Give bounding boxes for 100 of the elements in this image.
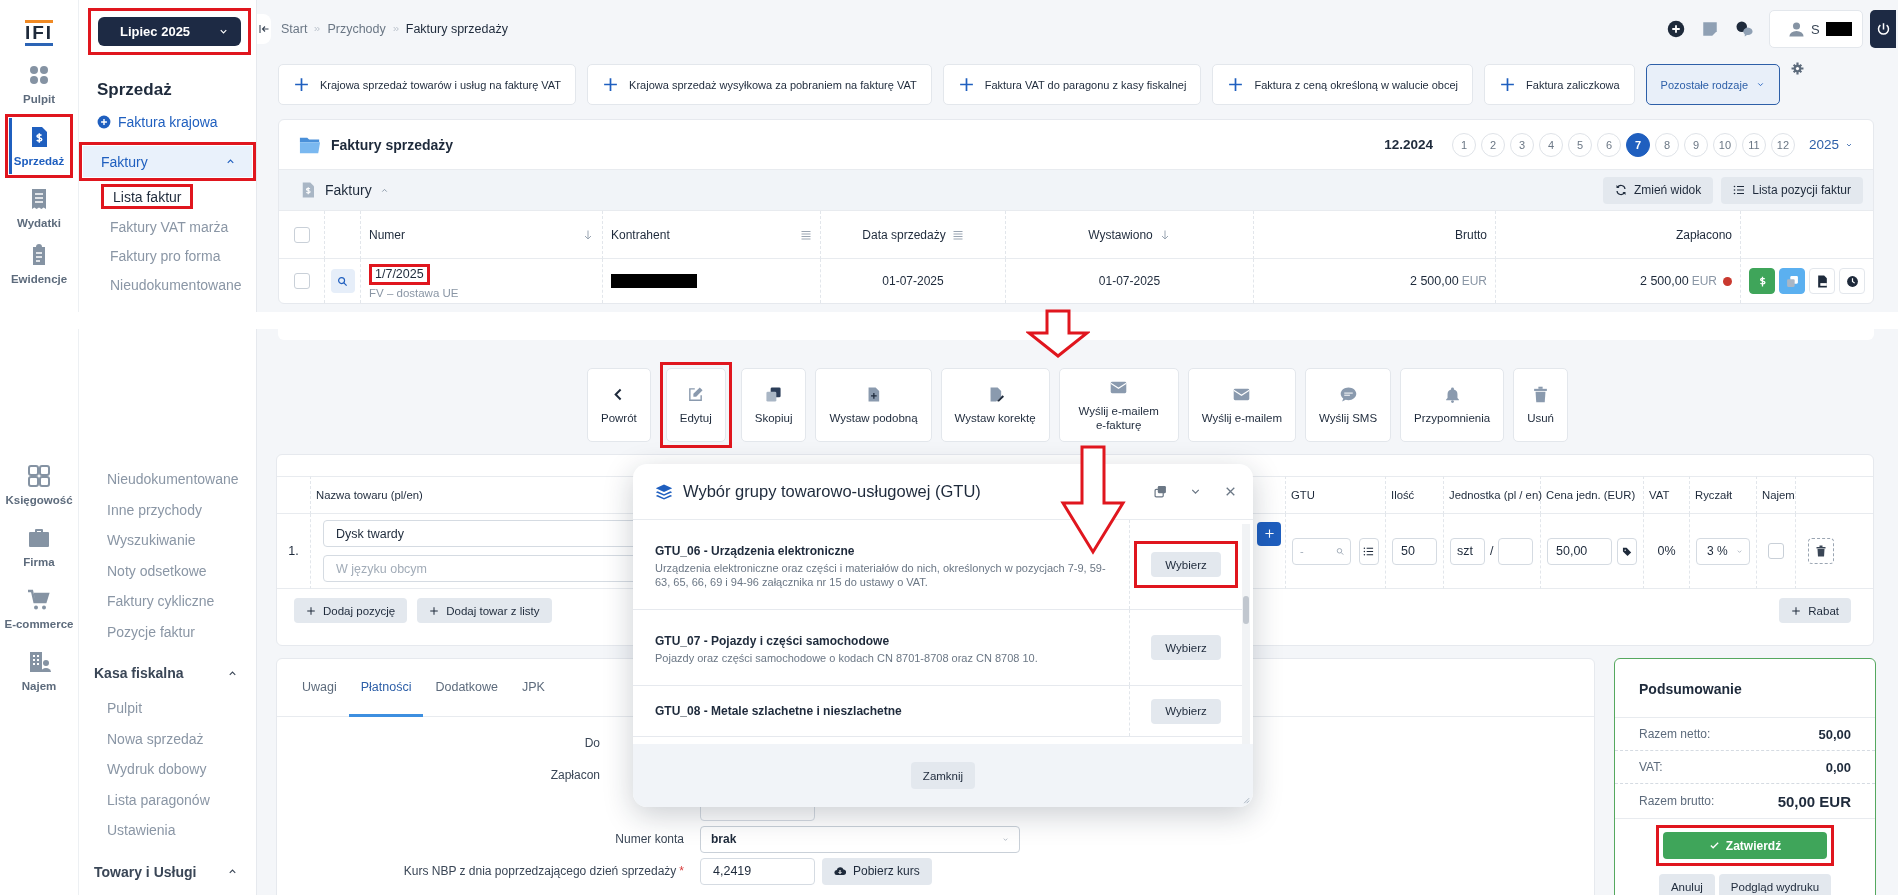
quantity-field[interactable]: 50 — [1392, 537, 1437, 565]
toolbar-button[interactable]: Wyślij e-mailem — [1187, 368, 1297, 442]
discount-button[interactable]: Rabat — [1779, 598, 1851, 623]
input-field[interactable]: 4,2419 — [700, 857, 815, 885]
history-button[interactable] — [1839, 268, 1865, 294]
view-button[interactable]: Lista pozycji faktur — [1721, 176, 1863, 204]
select-all-checkbox[interactable] — [293, 226, 310, 243]
select-button[interactable]: Wybierz — [1151, 698, 1221, 724]
account-select[interactable]: brak — [700, 825, 1020, 853]
menu-group[interactable]: Kasa fiskalna — [79, 653, 256, 693]
power-icon — [1875, 21, 1891, 37]
month-button[interactable]: 7 — [1625, 132, 1650, 157]
close-button[interactable] — [1224, 485, 1237, 498]
collapse-button[interactable] — [257, 14, 271, 44]
menu-group[interactable]: Faktury — [83, 146, 252, 177]
nav-item[interactable]: Wydatki — [0, 180, 79, 236]
month-button[interactable]: 8 — [1654, 132, 1679, 157]
toolbar-button[interactable]: Usuń — [1513, 368, 1569, 442]
pdf-button[interactable] — [1809, 268, 1835, 294]
user-button[interactable]: S — [1769, 10, 1863, 48]
add-icon — [97, 115, 111, 129]
select-button[interactable]: Wybierz — [1151, 552, 1221, 577]
toolbar-button[interactable]: Wyślij SMS — [1305, 368, 1392, 442]
month-button[interactable]: 12 — [1770, 132, 1795, 157]
toolbar-button[interactable]: Skopiuj — [740, 368, 807, 442]
gtu-list-button[interactable] — [1358, 537, 1379, 565]
month-button[interactable]: 4 — [1538, 132, 1563, 157]
breadcrumb-link[interactable]: Start — [281, 22, 308, 36]
tab[interactable]: Płatności — [348, 659, 424, 717]
invoice-number[interactable]: 1/7/2025 — [375, 266, 424, 281]
toolbar-button[interactable]: Wystaw korektę — [940, 368, 1050, 442]
breadcrumb-link[interactable]: Faktury sprzedaży — [405, 22, 508, 36]
add-row-button[interactable]: Dodaj pozycję — [294, 598, 408, 623]
unit-field[interactable] — [1498, 537, 1534, 565]
flat-rate-select[interactable]: 3 % — [1696, 537, 1750, 565]
nav-item[interactable]: E-commerce — [0, 580, 79, 642]
summary-button[interactable]: Podgląd wydruku — [1718, 874, 1832, 895]
create-invoice-button[interactable]: Krajowa sprzedaż towarów i usług na fakturę VAT — [278, 64, 577, 105]
summary-button[interactable]: Anuluj — [1658, 874, 1715, 895]
nav-item[interactable]: Firma — [0, 518, 79, 580]
window-button[interactable] — [1154, 485, 1167, 498]
delete-button[interactable] — [1808, 538, 1834, 564]
nav-item[interactable]: Najem — [0, 642, 79, 704]
collapse-icon — [258, 23, 270, 35]
create-invoice-button[interactable]: Faktura z ceną określoną w walucie obcej — [1212, 64, 1474, 105]
nav-item[interactable]: Sprzedaż — [9, 118, 69, 174]
add-row-button[interactable]: Dodaj towar z listy — [417, 598, 552, 623]
row-checkbox[interactable] — [293, 273, 310, 289]
view-button[interactable]: Zmień widok — [1602, 176, 1714, 204]
toolbar-button[interactable]: Wystaw podobną — [815, 368, 932, 442]
menu-group[interactable]: Towary i Usługi — [79, 851, 256, 892]
toolbar-button[interactable]: Powrót — [586, 368, 651, 442]
tag-button[interactable] — [1617, 537, 1637, 565]
tab[interactable]: Uwagi — [290, 659, 349, 717]
logout-button[interactable] — [1870, 10, 1896, 48]
sort-arrow-icon — [582, 228, 594, 241]
year-selector[interactable]: 2025 — [1808, 137, 1853, 152]
month-button[interactable]: 11 — [1741, 132, 1766, 157]
rental-checkbox[interactable] — [1768, 543, 1784, 559]
chat-icon — [1735, 20, 1753, 38]
tab[interactable]: JPK — [510, 659, 557, 717]
tab[interactable]: Dodatkowe — [423, 659, 511, 717]
create-invoice-button[interactable]: Pozostałe rodzaje — [1645, 64, 1781, 105]
fetch-rate-button[interactable]: Pobierz kurs — [822, 857, 932, 885]
summary-label: VAT: — [1639, 760, 1663, 774]
add-invoice-link[interactable]: Faktura krajowa — [97, 114, 256, 130]
refresh-icon — [1614, 184, 1627, 196]
settings-icon — [1791, 62, 1805, 75]
preview-button[interactable] — [330, 269, 355, 293]
month-button[interactable]: 10 — [1712, 132, 1737, 157]
add-button[interactable] — [1257, 521, 1281, 546]
status-dot — [1723, 276, 1732, 286]
menu-item[interactable]: Lista faktur — [109, 187, 186, 206]
gtu-field[interactable]: - — [1292, 537, 1352, 565]
select-button[interactable]: Wybierz — [1151, 635, 1221, 660]
close-dialog-button[interactable]: Zamknij — [910, 762, 976, 789]
unit-field[interactable]: szt — [1450, 537, 1485, 565]
create-invoice-button[interactable]: Krajowa sprzedaż wysyłkowa za pobraniem na fakturę VAT — [587, 64, 932, 105]
toolbar-button[interactable]: Wyślij e-mailem e-fakturę — [1058, 368, 1179, 442]
previous-period: 12.2024 — [1384, 137, 1433, 152]
create-invoice-button[interactable]: Faktura zaliczkowa — [1484, 64, 1635, 105]
month-button[interactable]: 2 — [1480, 132, 1505, 157]
nav-item[interactable]: Księgowość — [0, 456, 79, 518]
month-button[interactable]: 3 — [1509, 132, 1534, 157]
nav-item[interactable]: Ewidencje — [0, 236, 79, 292]
scrollbar[interactable] — [1242, 524, 1250, 744]
payment-button[interactable] — [1749, 268, 1775, 294]
toolbar-button[interactable]: Przypomnienia — [1400, 368, 1505, 442]
toolbar-button[interactable]: Edytuj — [665, 368, 726, 442]
price-field[interactable]: 50,00 — [1547, 537, 1613, 565]
period-selector[interactable]: Lipiec 2025 — [98, 17, 241, 46]
month-button[interactable]: 1 — [1451, 132, 1476, 157]
month-button[interactable]: 6 — [1596, 132, 1621, 157]
create-invoice-button[interactable]: Faktura VAT do paragonu z kasy fiskalnej — [942, 64, 1202, 105]
month-button[interactable]: 9 — [1683, 132, 1708, 157]
column-header: Brutto — [1455, 227, 1487, 242]
breadcrumb-link[interactable]: Przychody — [327, 22, 386, 36]
month-button[interactable]: 5 — [1567, 132, 1592, 157]
option-title: GTU_08 - Metale szlachetne i nieszlachetne — [655, 704, 903, 718]
nav-item[interactable]: Pulpit — [0, 56, 79, 112]
